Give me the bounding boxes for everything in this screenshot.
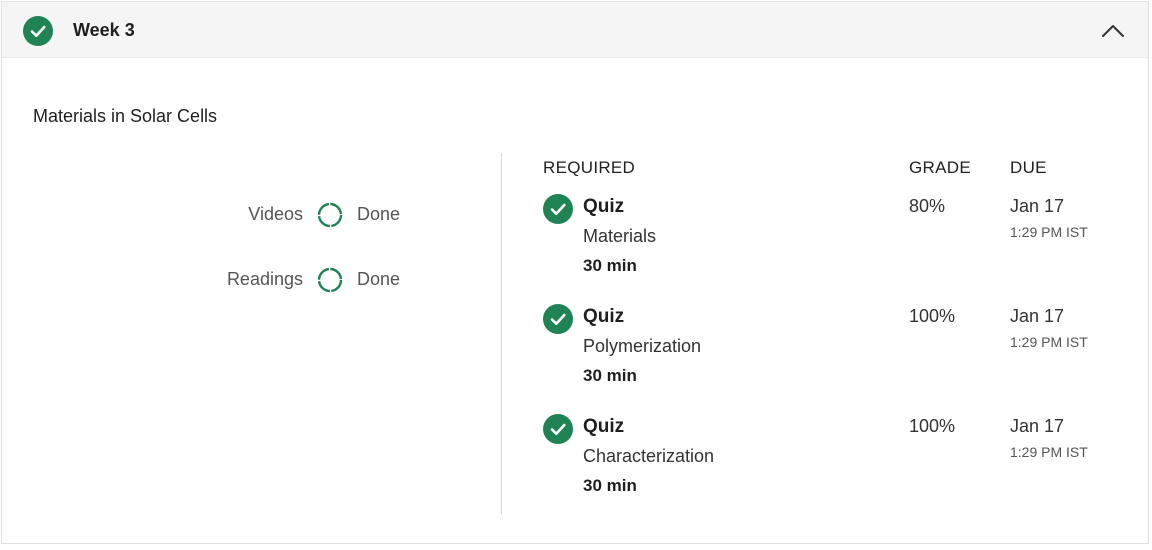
week-header[interactable]: Week 3: [2, 2, 1148, 58]
item-due-date: Jan 17: [1010, 416, 1065, 436]
column-divider: [501, 153, 502, 514]
item-due-time: 1:29 PM IST: [1010, 444, 1088, 460]
item-grade: 100%: [909, 416, 956, 436]
progress-label: Readings: [226, 269, 303, 289]
item-duration: 30 min: [583, 366, 637, 385]
check-circle-icon: [543, 304, 573, 334]
item-name[interactable]: Materials: [583, 226, 656, 247]
progress-row-readings: Readings Done: [2, 265, 500, 293]
progress-status: Done: [357, 269, 401, 289]
check-circle-icon: [543, 194, 573, 224]
item-type[interactable]: Quiz: [583, 416, 624, 438]
list-item[interactable]: Quiz Characterization 30 min 100% Jan 17…: [542, 414, 1142, 504]
list-item[interactable]: Quiz Materials 30 min 80% Jan 17 1:29 PM…: [542, 194, 1142, 284]
progress-row-videos: Videos Done: [2, 200, 500, 228]
item-due-time: 1:29 PM IST: [1010, 334, 1088, 350]
list-item[interactable]: Quiz Polymerization 30 min 100% Jan 17 1…: [542, 304, 1142, 394]
week-title: Week 3: [73, 20, 135, 40]
chevron-up-icon[interactable]: [1100, 18, 1126, 44]
progress-ring-icon: [316, 266, 344, 294]
item-name[interactable]: Characterization: [583, 446, 714, 467]
progress-status: Done: [357, 204, 401, 224]
item-type[interactable]: Quiz: [583, 196, 624, 218]
item-due-date: Jan 17: [1010, 196, 1065, 216]
progress-ring-icon: [316, 201, 344, 229]
item-grade: 100%: [909, 306, 956, 326]
progress-label: Videos: [248, 204, 303, 224]
item-type[interactable]: Quiz: [583, 306, 624, 328]
column-header-grade: GRADE: [909, 158, 971, 177]
item-name[interactable]: Polymerization: [583, 336, 701, 357]
item-grade: 80%: [909, 196, 946, 216]
week-card: Week 3 Materials in Solar Cells Videos D…: [1, 1, 1149, 544]
item-due-date: Jan 17: [1010, 306, 1065, 326]
check-circle-icon: [543, 414, 573, 444]
check-circle-icon: [23, 16, 53, 46]
item-due-time: 1:29 PM IST: [1010, 224, 1088, 240]
column-header-due: DUE: [1010, 158, 1047, 177]
module-title: Materials in Solar Cells: [33, 106, 218, 126]
column-header-required: REQUIRED: [543, 158, 636, 177]
item-duration: 30 min: [583, 256, 637, 275]
item-duration: 30 min: [583, 476, 637, 495]
